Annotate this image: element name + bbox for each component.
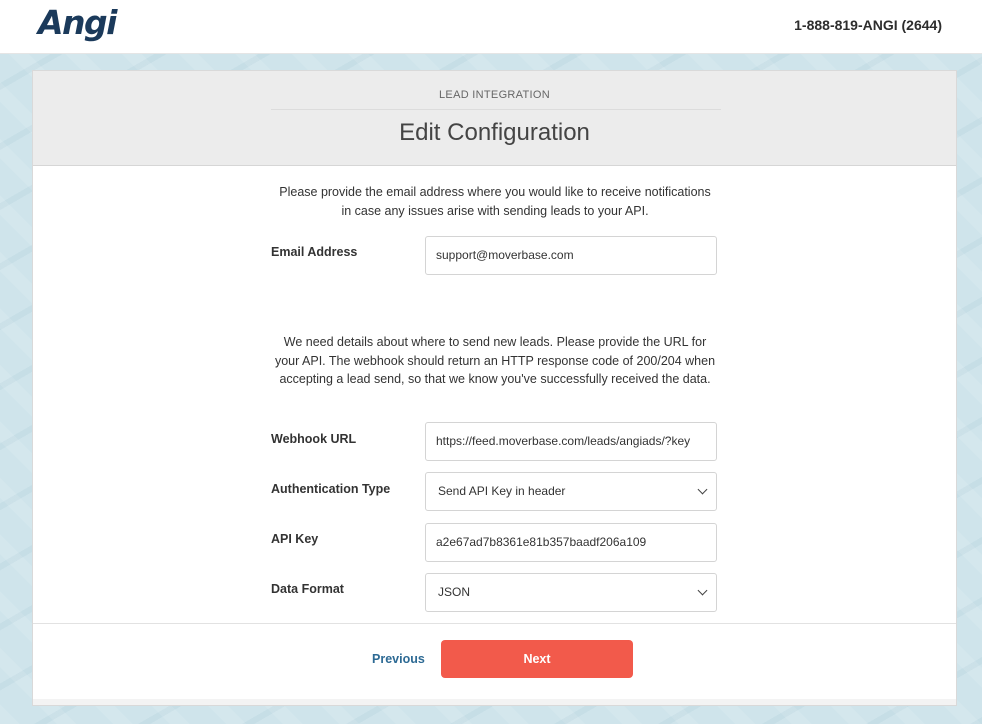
header-divider <box>271 109 721 110</box>
data-format-label: Data Format <box>271 582 344 596</box>
email-field[interactable]: support@moverbase.com <box>425 236 717 275</box>
footer-divider <box>33 623 956 624</box>
previous-link[interactable]: Previous <box>372 652 425 666</box>
top-bar: Angi 1-888-819-ANGI (2644) <box>0 0 982 54</box>
email-label: Email Address <box>271 245 358 259</box>
email-instructions: Please provide the email address where y… <box>279 185 711 218</box>
page-title: Edit Configuration <box>399 119 590 146</box>
data-format-value: JSON <box>438 585 471 599</box>
next-button[interactable]: Next <box>441 640 633 678</box>
configuration-card: LEAD INTEGRATION Edit Configuration Plea… <box>32 70 957 706</box>
webhook-url-field[interactable]: https://feed.moverbase.com/leads/angiads… <box>425 422 717 461</box>
chevron-down-icon <box>697 484 708 495</box>
auth-type-value: Send API Key in header <box>438 484 566 498</box>
auth-type-label: Authentication Type <box>271 482 391 496</box>
webhook-instructions: We need details about where to send new … <box>274 335 716 386</box>
section-eyebrow: LEAD INTEGRATION <box>439 89 550 101</box>
api-key-field[interactable]: a2e67ad7b8361e81b357baadf206a109 <box>425 523 717 562</box>
angi-logo[interactable]: Angi <box>38 3 117 42</box>
api-key-label: API Key <box>271 532 319 546</box>
data-format-select[interactable]: JSON <box>425 573 717 612</box>
chevron-down-icon <box>697 585 708 596</box>
auth-type-select[interactable]: Send API Key in header <box>425 472 717 511</box>
phone-number[interactable]: 1-888-819-ANGI (2644) <box>794 17 942 33</box>
card-bottom-strip <box>33 699 956 705</box>
card-header: LEAD INTEGRATION Edit Configuration <box>33 71 956 166</box>
webhook-url-label: Webhook URL <box>271 432 357 446</box>
